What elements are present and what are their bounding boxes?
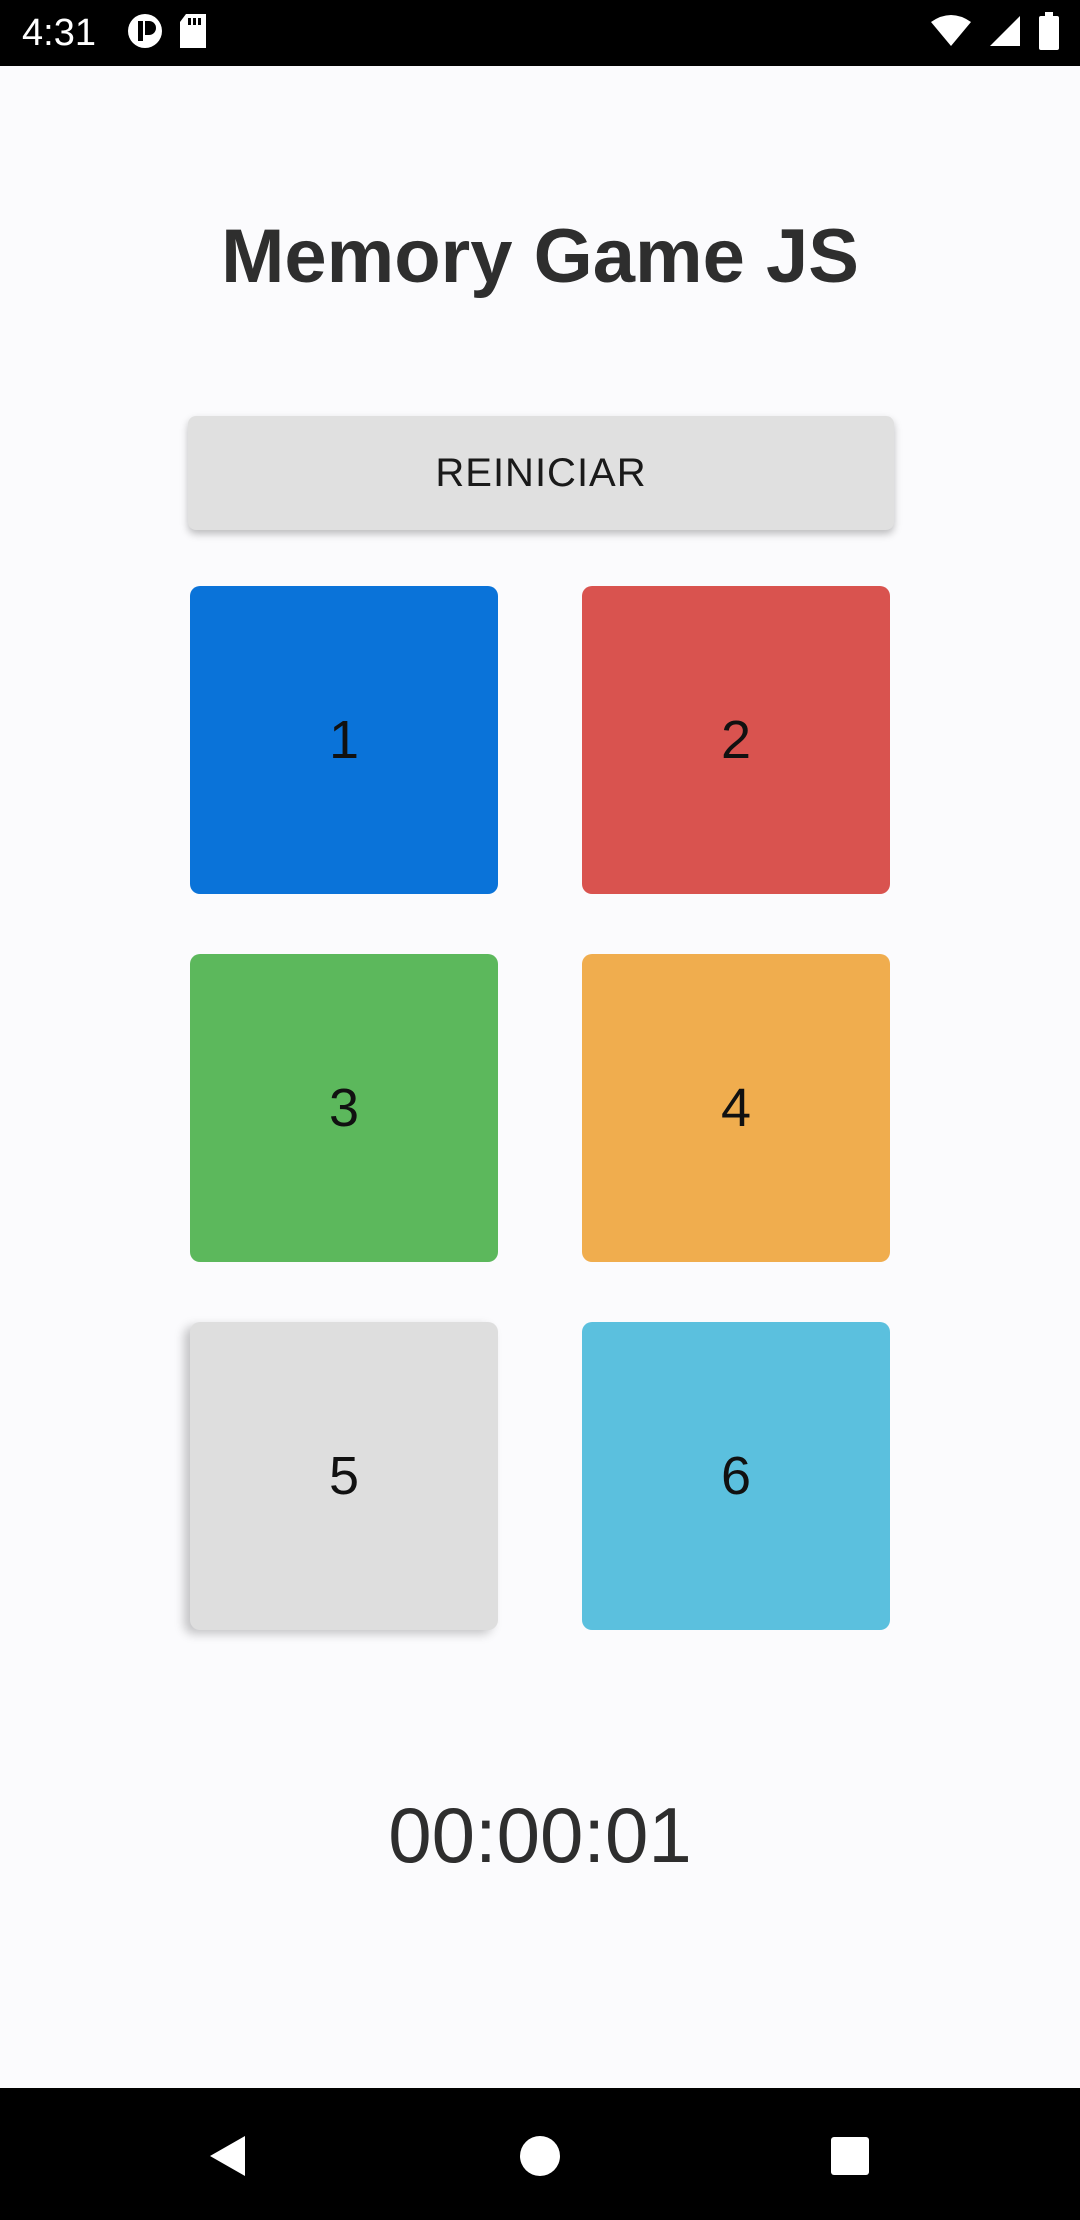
page-title: Memory Game JS [221, 214, 859, 299]
sd-card-icon [178, 12, 208, 55]
app-screen: Memory Game JS REINICIAR 1 2 3 4 5 6 00:… [0, 66, 1080, 2088]
status-time: 4:31 [22, 12, 96, 54]
tile-label: 2 [720, 710, 752, 770]
back-icon[interactable] [205, 2134, 249, 2178]
alert-icon [126, 12, 164, 55]
tile-label: 6 [720, 1446, 752, 1506]
memory-tile-1[interactable]: 1 [190, 586, 498, 894]
status-right-icons [930, 11, 1060, 55]
recent-apps-icon[interactable] [828, 2134, 872, 2178]
battery-icon [1038, 11, 1060, 55]
memory-tile-5[interactable]: 5 [190, 1322, 498, 1630]
memory-tile-4[interactable]: 4 [582, 954, 890, 1262]
wifi-icon [930, 14, 972, 53]
status-bar: 4:31 [0, 0, 1080, 66]
tile-label: 4 [720, 1078, 752, 1138]
navigation-bar [0, 2088, 1080, 2220]
tile-label: 3 [328, 1078, 360, 1138]
memory-tile-2[interactable]: 2 [582, 586, 890, 894]
memory-tile-6[interactable]: 6 [582, 1322, 890, 1630]
restart-button[interactable]: REINICIAR [188, 416, 894, 530]
tile-label: 5 [328, 1446, 360, 1506]
signal-icon [988, 14, 1022, 53]
home-icon[interactable] [518, 2134, 562, 2178]
tile-label: 1 [328, 710, 360, 770]
game-timer: 00:00:01 [388, 1791, 692, 1879]
status-left-icons [126, 12, 208, 55]
memory-tile-3[interactable]: 3 [190, 954, 498, 1262]
